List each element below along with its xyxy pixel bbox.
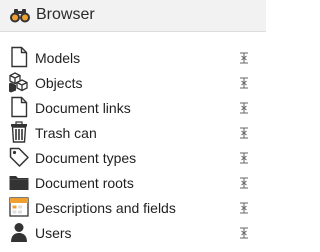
browser-item-descriptions-and-fields[interactable]: Descriptions and fields: [0, 195, 266, 220]
item-label: Document links: [35, 100, 131, 116]
tag-icon: [9, 147, 29, 167]
item-label: Document roots: [35, 175, 134, 191]
pin-icon[interactable]: [239, 202, 249, 214]
browser-header: Browser: [0, 0, 266, 32]
browser-title: Browser: [36, 6, 95, 23]
calendar-form-icon: [9, 197, 29, 217]
trash-icon: [11, 121, 27, 143]
pin-icon[interactable]: [239, 52, 249, 64]
browser-item-objects[interactable]: Objects: [0, 70, 266, 95]
item-label: Users: [35, 225, 72, 241]
browser-item-document-links[interactable]: Document links: [0, 95, 266, 120]
browser-item-list: Models Objects Document links Trash can …: [0, 45, 266, 245]
pin-icon[interactable]: [239, 227, 249, 239]
item-label: Descriptions and fields: [35, 200, 176, 216]
browser-item-users[interactable]: Users: [0, 220, 266, 245]
binoculars-icon: [10, 9, 30, 23]
browser-panel: Browser Models Objects Document links Tr…: [0, 0, 266, 252]
pin-icon[interactable]: [239, 177, 249, 189]
folder-icon: [9, 176, 29, 190]
browser-item-document-types[interactable]: Document types: [0, 145, 266, 170]
pin-icon[interactable]: [239, 152, 249, 164]
cubes-icon: [9, 72, 28, 93]
user-icon: [11, 223, 27, 242]
browser-item-document-roots[interactable]: Document roots: [0, 170, 266, 195]
pin-icon[interactable]: [239, 77, 249, 89]
item-label: Document types: [35, 150, 137, 166]
pin-icon[interactable]: [239, 102, 249, 114]
item-label: Objects: [35, 75, 83, 91]
document-outline-icon: [11, 46, 28, 68]
item-label: Trash can: [35, 125, 97, 141]
document-outline-icon: [11, 96, 28, 118]
pin-icon[interactable]: [239, 127, 249, 139]
browser-item-models[interactable]: Models: [0, 45, 266, 70]
browser-item-trash-can[interactable]: Trash can: [0, 120, 266, 145]
item-label: Models: [35, 50, 81, 66]
